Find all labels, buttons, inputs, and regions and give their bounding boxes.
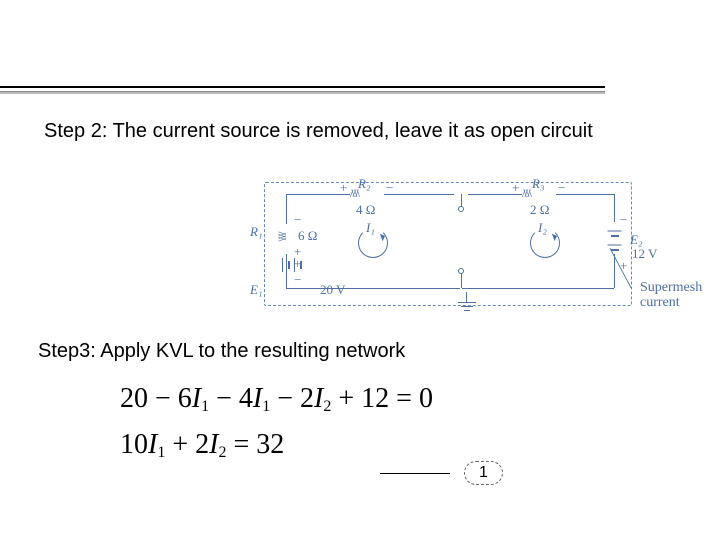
value-r1: 6 Ω [298,228,317,244]
label-i2: I₂ [538,220,547,236]
value-r2: 4 Ω [356,202,375,218]
r1-minus: − [294,212,301,228]
step2-text: Step 2: The current source is removed, l… [44,118,604,144]
open-circuit-top [458,206,464,212]
equation-number-callout: 1 [380,460,503,486]
resistor-r3: /\/\/\ [522,186,530,201]
r3-minus: − [558,180,565,196]
label-r1: R₁ [250,224,262,240]
callout-line [380,473,450,474]
equation-number-bubble: 1 [464,461,503,485]
label-r2: R₂ [358,176,370,192]
equation-1: 20 − 6I1 − 4I1 − 2I2 + 12 = 0 [120,376,433,422]
header-rule-shadow [0,92,605,94]
open-circuit-bottom [458,268,464,274]
label-i1: I₁ [366,220,375,236]
resistor-r1: /\/\/\ [275,231,290,239]
r2-minus: − [386,180,393,196]
label-e1: E₁ [250,282,262,298]
value-e1: 20 V [320,282,345,298]
kvl-equations: 20 − 6I1 − 4I1 − 2I2 + 12 = 0 10I1 + 2I2… [120,376,433,468]
value-r3: 2 Ω [530,202,549,218]
e2-minus: − [620,212,627,228]
r2-plus: + [340,180,347,196]
label-r3: R₃ [532,176,544,192]
resistor-r2: /\/\/\ [350,186,358,201]
r3-plus: + [512,180,519,196]
step3-text: Step3: Apply KVL to the resulting networ… [38,340,405,363]
e1-minus: − [294,272,301,288]
e1-plus: + [294,256,301,272]
ground-icon [458,298,476,316]
supermesh-label: Supermesh current [640,280,720,311]
